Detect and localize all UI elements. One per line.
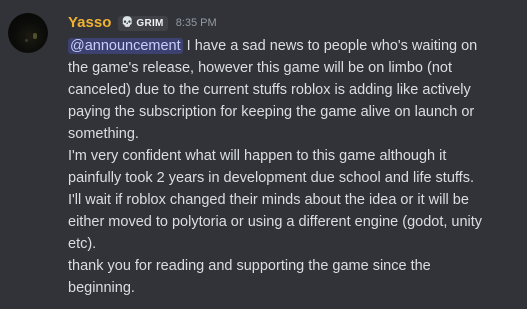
message-text: I have a sad news to people who's waitin… bbox=[182, 38, 478, 54]
message-header: Yasso 💀 GRIM 8:35 PM bbox=[68, 13, 217, 33]
avatar-detail bbox=[33, 33, 37, 39]
avatar-detail bbox=[25, 39, 28, 42]
role-mention[interactable]: @announcement bbox=[68, 38, 183, 54]
message-line: canceled) due to the current stuffs robl… bbox=[68, 82, 471, 98]
username[interactable]: Yasso bbox=[68, 13, 111, 33]
message-line: something. bbox=[68, 126, 139, 142]
message-line: etc). bbox=[68, 236, 97, 252]
chat-message: Yasso 💀 GRIM 8:35 PM @announcement I hav… bbox=[0, 0, 527, 309]
message-content: @announcement I have a sad news to peopl… bbox=[68, 35, 520, 299]
guild-tag-label: GRIM bbox=[136, 17, 164, 29]
guild-tag[interactable]: 💀 GRIM bbox=[118, 15, 168, 31]
message-line: thank you for reading and supporting the… bbox=[68, 258, 431, 274]
message-line: I'll wait if roblox changed their minds … bbox=[68, 192, 469, 208]
message-line: @announcement I have a sad news to peopl… bbox=[68, 35, 520, 57]
message-line: the game's release, however this game wi… bbox=[68, 60, 452, 76]
user-avatar[interactable] bbox=[8, 13, 48, 53]
message-line: paying the subscription for keeping the … bbox=[68, 104, 475, 120]
message-line: beginning. bbox=[68, 280, 135, 296]
message-line: I'm very confident what will happen to t… bbox=[68, 148, 447, 164]
message-line: painfully took 2 years in development du… bbox=[68, 170, 474, 186]
message-line: either moved to polytoria or using a dif… bbox=[68, 214, 483, 230]
timestamp[interactable]: 8:35 PM bbox=[176, 13, 217, 33]
skull-icon: 💀 bbox=[121, 17, 134, 28]
